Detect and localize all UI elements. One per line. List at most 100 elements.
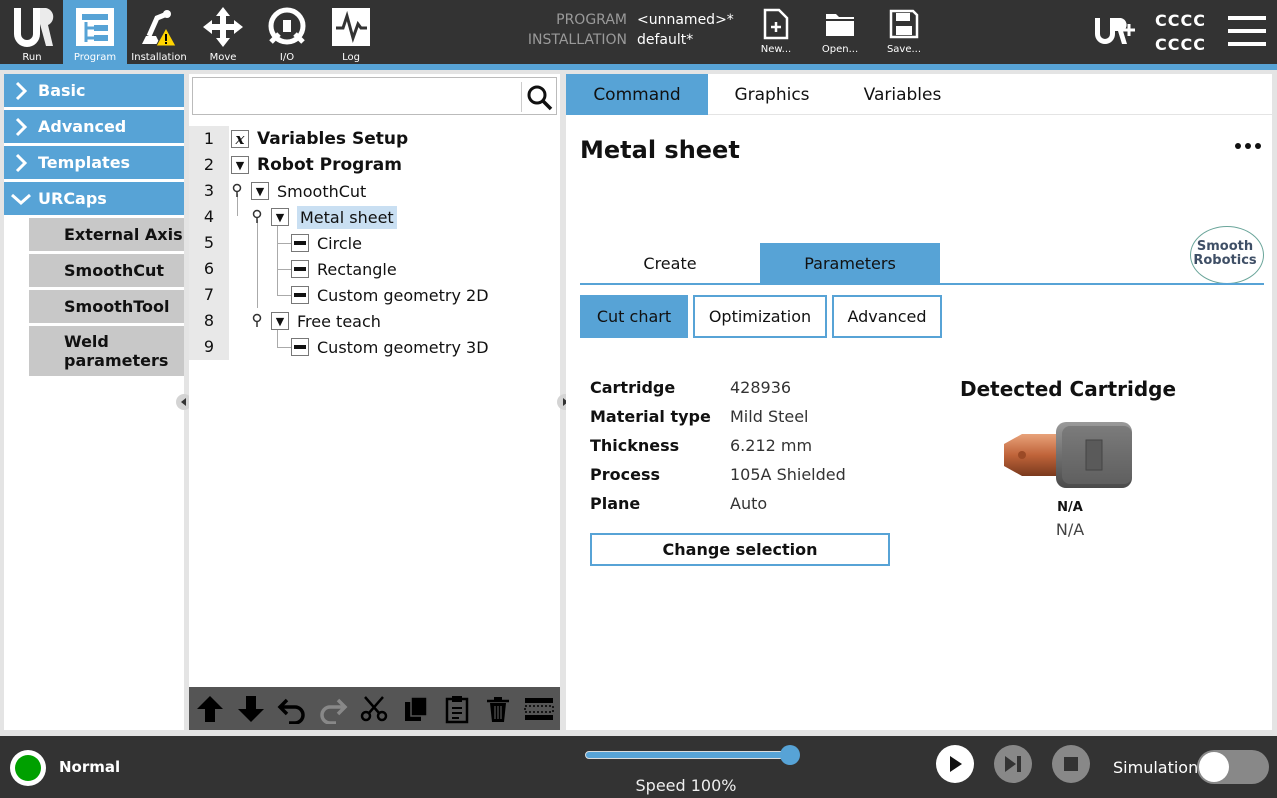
breakpoint-pin-icon[interactable] — [251, 313, 263, 330]
new-button[interactable]: New... — [750, 0, 802, 64]
more-options-icon[interactable] — [1234, 136, 1262, 160]
tree-search-box — [192, 77, 557, 115]
nav-move-button[interactable]: Move — [191, 0, 255, 64]
stop-button[interactable] — [1052, 745, 1090, 783]
tree-node-custom-geometry-2d[interactable]: Custom geometry 2D — [291, 282, 489, 308]
node-editor-pane: Command Graphics Variables Metal sheet S… — [566, 74, 1272, 730]
tree-node-variables-setup[interactable]: x Variables Setup — [231, 126, 408, 152]
command-dash-icon — [291, 338, 309, 356]
urcap-smoothcut[interactable]: SmoothCut — [29, 254, 184, 287]
chevron-right-icon — [4, 153, 38, 173]
copy-icon[interactable] — [397, 690, 435, 728]
tree-connector — [277, 269, 291, 270]
command-dash-icon — [291, 234, 309, 252]
command-dash-icon — [291, 286, 309, 304]
tree-node-label: Circle — [317, 233, 362, 253]
play-button[interactable] — [936, 745, 974, 783]
program-tree-pane: 1 2 3 4 5 6 7 8 9 x Variables Setup ▼ Ro… — [189, 74, 560, 730]
tab-cut-chart[interactable]: Cut chart — [580, 295, 688, 338]
expand-triangle-icon[interactable]: ▼ — [231, 156, 249, 174]
program-icon — [63, 6, 127, 48]
tree-connector — [277, 226, 278, 296]
save-button[interactable]: Save... — [878, 0, 930, 64]
tree-node-custom-geometry-3d[interactable]: Custom geometry 3D — [291, 334, 489, 360]
user-line-1: CCCC — [1155, 11, 1206, 30]
breakpoint-pin-icon[interactable] — [251, 209, 263, 226]
nav-io-button[interactable]: I/O — [255, 0, 319, 64]
topbar-accent-line — [0, 64, 1277, 70]
tree-node-label: Rectangle — [317, 259, 397, 279]
line-number: 2 — [189, 152, 229, 178]
tree-search-input[interactable] — [193, 78, 518, 114]
speed-slider-thumb[interactable] — [780, 745, 800, 765]
delete-trash-icon[interactable] — [479, 690, 517, 728]
logo-line-1: Smooth — [1196, 239, 1254, 254]
variable-x-icon: x — [231, 130, 249, 148]
category-basic[interactable]: Basic — [4, 74, 184, 107]
tree-node-label: Custom geometry 3D — [317, 337, 489, 357]
tab-command[interactable]: Command — [566, 74, 708, 115]
expand-triangle-icon[interactable]: ▼ — [271, 208, 289, 226]
prop-material-label: Material type — [590, 407, 711, 426]
category-label: Templates — [38, 153, 131, 172]
speed-slider-track[interactable] — [585, 751, 791, 759]
nav-installation-label: Installation — [131, 52, 187, 63]
hamburger-menu-icon[interactable] — [1228, 14, 1266, 48]
tab-advanced[interactable]: Advanced — [832, 295, 942, 338]
tree-node-rectangle[interactable]: Rectangle — [291, 256, 397, 282]
tab-optimization[interactable]: Optimization — [693, 295, 827, 338]
nav-log-button[interactable]: Log — [319, 0, 383, 64]
tree-node-free-teach[interactable]: ▼ Free teach — [271, 308, 381, 334]
undo-icon[interactable] — [273, 690, 311, 728]
nav-program-button[interactable]: Program — [63, 0, 127, 64]
line-number: 5 — [189, 230, 229, 256]
subtab-parameters[interactable]: Parameters — [760, 243, 940, 284]
cut-scissors-icon[interactable] — [355, 690, 393, 728]
new-file-icon — [750, 6, 802, 42]
tree-connector — [257, 220, 258, 308]
prop-cartridge-label: Cartridge — [590, 378, 676, 397]
user-line-2: CCCC — [1155, 35, 1206, 54]
tab-variables[interactable]: Variables — [836, 74, 969, 115]
category-advanced[interactable]: Advanced — [4, 110, 184, 143]
expand-triangle-icon[interactable]: ▼ — [251, 182, 269, 200]
robot-status-indicator[interactable] — [10, 750, 46, 786]
paste-icon[interactable] — [438, 690, 476, 728]
tree-node-smoothcut[interactable]: ▼ SmoothCut — [251, 178, 366, 204]
category-urcaps[interactable]: URCaps — [4, 182, 184, 215]
line-number: 7 — [189, 282, 229, 308]
tree-node-metal-sheet[interactable]: ▼ Metal sheet — [271, 204, 397, 230]
editor-tab-bar: Command Graphics Variables — [566, 74, 1272, 115]
change-selection-button[interactable]: Change selection — [590, 533, 890, 566]
tree-node-circle[interactable]: Circle — [291, 230, 362, 256]
tree-toolbar — [189, 687, 560, 730]
prop-thickness-label: Thickness — [590, 436, 680, 455]
prop-material-value: Mild Steel — [730, 407, 809, 426]
command-dash-icon — [291, 260, 309, 278]
urcap-weld-parameters[interactable]: Weld parameters — [29, 326, 184, 376]
robot-status-label: Normal — [59, 758, 121, 776]
chevron-right-icon — [4, 117, 38, 137]
step-button[interactable] — [994, 745, 1032, 783]
nav-installation-button[interactable]: Installation — [127, 0, 191, 64]
category-templates[interactable]: Templates — [4, 146, 184, 179]
ur-plus-icon[interactable] — [1093, 14, 1137, 52]
breakpoint-pin-icon[interactable] — [231, 183, 243, 200]
tree-connector — [277, 243, 291, 244]
urcap-smoothtool[interactable]: SmoothTool — [29, 290, 184, 323]
nav-run-button[interactable]: Run — [0, 0, 64, 64]
open-button[interactable]: Open... — [814, 0, 866, 64]
cartridge-description: N/A — [1055, 520, 1085, 539]
suppress-icon[interactable] — [520, 690, 558, 728]
move-down-icon[interactable] — [232, 690, 270, 728]
cartridge-name: N/A — [1057, 500, 1083, 515]
simulation-toggle-knob[interactable] — [1199, 752, 1229, 782]
move-up-icon[interactable] — [191, 690, 229, 728]
tree-node-robot-program[interactable]: ▼ Robot Program — [231, 152, 402, 178]
urcap-external-axis[interactable]: External Axis — [29, 218, 184, 251]
search-icon[interactable] — [526, 84, 554, 116]
prop-cartridge-value: 428936 — [730, 378, 792, 397]
tab-graphics[interactable]: Graphics — [708, 74, 836, 115]
subtab-create[interactable]: Create — [580, 243, 760, 284]
expand-triangle-icon[interactable]: ▼ — [271, 312, 289, 330]
